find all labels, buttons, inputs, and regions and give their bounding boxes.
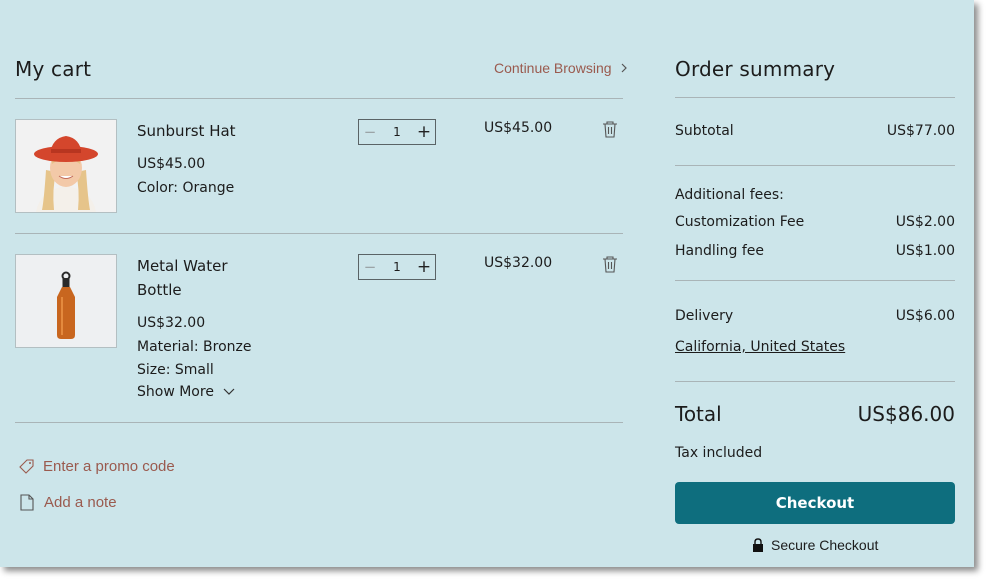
increase-quantity-button[interactable]: + [413,257,435,277]
total-label: Total [675,402,722,426]
item-name[interactable]: Metal Water Bottle [137,254,228,302]
decrease-quantity-button[interactable]: − [359,258,381,276]
customization-fee-row: Customization Fee US$2.00 [675,214,955,230]
trash-icon[interactable] [601,120,619,139]
add-note-label: Add a note [44,494,117,511]
customization-fee-label: Customization Fee [675,214,805,230]
trash-icon[interactable] [601,255,619,274]
item-name-line: Metal Water [137,257,228,275]
divider [675,97,955,98]
subtotal-value: US$77.00 [886,123,955,139]
continue-browsing-label: Continue Browsing [494,60,612,76]
item-name[interactable]: Sunburst Hat [137,119,236,143]
note-icon [20,494,34,511]
total-value: US$86.00 [857,402,955,426]
item-total: US$45.00 [484,120,553,136]
handling-fee-value: US$1.00 [895,243,955,259]
tax-note: Tax included [675,445,763,461]
item-option: Color: Orange [137,180,235,196]
item-option: Size: Small [137,362,214,378]
delivery-label: Delivery [675,308,734,324]
increase-quantity-button[interactable]: + [413,122,435,142]
show-more-label: Show More [137,384,214,400]
handling-fee-row: Handling fee US$1.00 [675,243,955,259]
divider [675,381,955,382]
item-total: US$32.00 [484,255,553,271]
bottle-photo-icon [16,255,116,347]
quantity-stepper[interactable]: − 1 + [358,119,436,145]
cart-title: My cart [15,57,92,81]
divider [15,422,623,423]
order-summary-title: Order summary [675,57,836,81]
divider [15,98,623,99]
delivery-location-link[interactable]: California, United States [675,339,845,355]
cart-page: My cart Continue Browsing Sunburst Hat U… [0,0,974,567]
subtotal-row: Subtotal US$77.00 [675,123,955,139]
show-more-button[interactable]: Show More [137,384,236,400]
secure-checkout-note: Secure Checkout [752,537,878,553]
quantity-value[interactable]: 1 [381,125,413,139]
item-name-line: Bottle [137,281,182,299]
divider [675,165,955,166]
tag-icon [19,459,34,474]
promo-code-label: Enter a promo code [43,458,175,475]
hat-photo-icon [16,120,116,212]
promo-code-link[interactable]: Enter a promo code [18,458,175,475]
add-note-link[interactable]: Add a note [20,494,117,511]
subtotal-label: Subtotal [675,123,734,139]
additional-fees-label: Additional fees: [675,187,784,203]
product-image-bottle[interactable] [15,254,117,348]
item-unit-price: US$32.00 [137,315,206,331]
delivery-value: US$6.00 [895,308,955,324]
item-option: Material: Bronze [137,339,252,355]
checkout-button[interactable]: Checkout [675,482,955,524]
chevron-right-icon [621,63,627,73]
quantity-stepper[interactable]: − 1 + [358,254,436,280]
delivery-row: Delivery US$6.00 [675,308,955,324]
product-image-hat[interactable] [15,119,117,213]
decrease-quantity-button[interactable]: − [359,123,381,141]
lock-icon [753,538,763,552]
total-row: Total US$86.00 [675,402,955,426]
additional-fees-heading: Additional fees: [675,187,955,203]
handling-fee-label: Handling fee [675,243,765,259]
customization-fee-value: US$2.00 [895,214,955,230]
divider [15,233,623,234]
divider [675,280,955,281]
item-unit-price: US$45.00 [137,156,206,172]
chevron-down-icon [223,388,235,395]
continue-browsing-link[interactable]: Continue Browsing [494,60,630,76]
secure-checkout-label: Secure Checkout [771,537,879,553]
quantity-value[interactable]: 1 [381,260,413,274]
